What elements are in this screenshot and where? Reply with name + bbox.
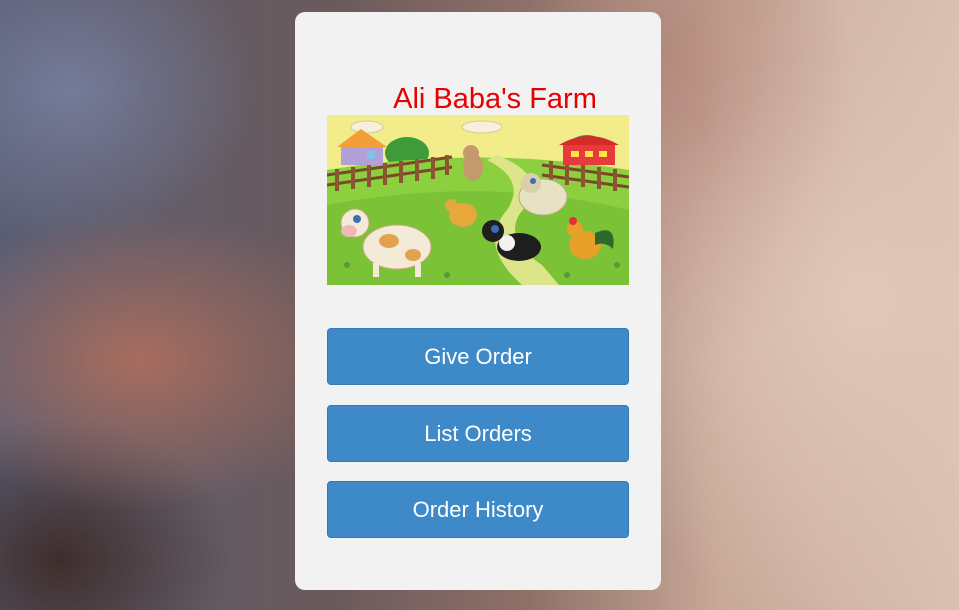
order-history-label: Order History (412, 496, 544, 522)
farm-illustration (327, 115, 629, 285)
list-orders-label: List Orders (424, 420, 532, 446)
give-order-label: Give Order (424, 343, 532, 369)
give-order-button[interactable]: Give Order (327, 328, 629, 385)
order-history-button[interactable]: Order History (327, 481, 629, 538)
page-title: Ali Baba's Farm (393, 83, 597, 115)
list-orders-button[interactable]: List Orders (327, 405, 629, 462)
menu-card: Ali Baba's Farm Give Order List Orders O… (295, 12, 661, 590)
